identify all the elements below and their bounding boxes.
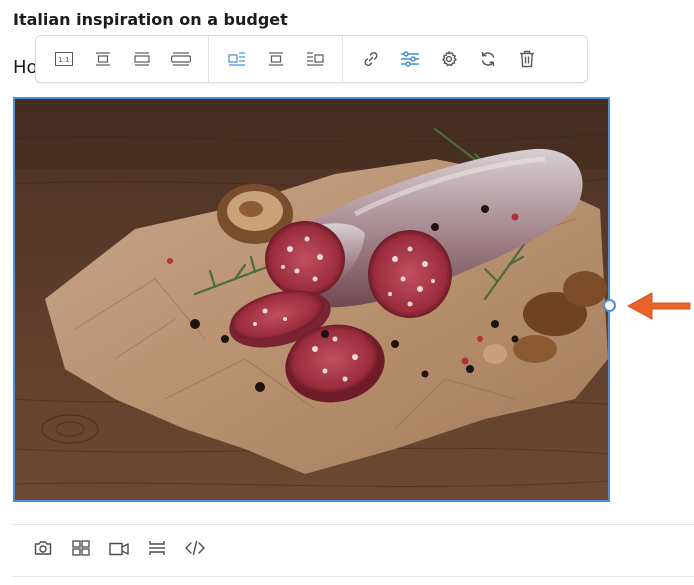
alignment-group (209, 36, 343, 82)
link-button[interactable] (351, 43, 390, 75)
width-medium-icon (133, 52, 151, 66)
editor-page: Italian inspiration on a budget Ho 1:1 (0, 0, 694, 585)
replace-button[interactable] (468, 43, 507, 75)
salami-photo (15, 99, 608, 500)
original-size-button[interactable]: 1:1 (44, 43, 83, 75)
insert-photo-button[interactable] (24, 536, 62, 564)
refresh-icon (479, 50, 497, 68)
width-full-icon (170, 52, 191, 66)
size-group: 1:1 (36, 36, 209, 82)
align-left-wrap-icon (227, 52, 246, 66)
actions-group (343, 36, 554, 82)
adjust-button[interactable] (390, 43, 429, 75)
sliders-icon (400, 50, 420, 68)
divider-bottom (13, 576, 694, 577)
image-toolbar: 1:1 (35, 35, 588, 83)
full-width-button[interactable] (161, 43, 200, 75)
settings-button[interactable] (429, 43, 468, 75)
align-left-button[interactable] (217, 43, 256, 75)
post-title[interactable]: Italian inspiration on a budget (13, 10, 288, 29)
gear-icon (440, 50, 458, 68)
delete-button[interactable] (507, 43, 546, 75)
body-paragraph[interactable]: Ho (13, 57, 38, 78)
camera-icon (34, 540, 52, 560)
insert-html-button[interactable] (176, 536, 214, 564)
insert-toolbar (24, 536, 214, 564)
code-icon (185, 540, 205, 560)
align-center-button[interactable] (256, 43, 295, 75)
divider-top (13, 524, 694, 525)
image-resize-handle[interactable] (603, 299, 616, 312)
width-small-icon (94, 52, 112, 66)
trash-icon (519, 50, 535, 68)
align-right-wrap-icon (306, 52, 324, 66)
video-camera-icon (109, 541, 129, 560)
insert-divider-button[interactable] (138, 536, 176, 564)
insert-gallery-button[interactable] (62, 536, 100, 564)
insert-video-button[interactable] (100, 536, 138, 564)
link-icon (362, 50, 380, 68)
align-right-button[interactable] (295, 43, 334, 75)
arrow-left-icon (622, 288, 692, 328)
divider-icon (148, 540, 166, 560)
small-width-button[interactable] (83, 43, 122, 75)
ratio-1-1-icon: 1:1 (54, 52, 73, 66)
align-center-icon (267, 52, 285, 66)
gallery-grid-icon (72, 540, 90, 560)
medium-width-button[interactable] (122, 43, 161, 75)
svg-text:1:1: 1:1 (58, 56, 69, 64)
selected-image[interactable] (13, 97, 610, 502)
